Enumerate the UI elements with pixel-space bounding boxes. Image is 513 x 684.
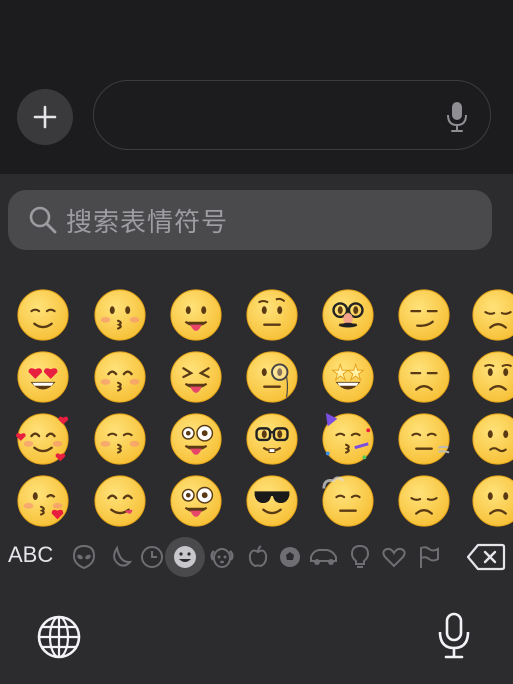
- emoji-smiling-face-with-hearts[interactable]: [14, 410, 72, 468]
- emoji-smiling-face-with-sunglasses[interactable]: [243, 472, 301, 530]
- message-composer: [0, 0, 513, 174]
- emoji-partying-face[interactable]: [319, 410, 377, 468]
- emoji-confused-face[interactable]: [469, 410, 513, 468]
- globe-icon[interactable]: [36, 614, 82, 664]
- emoji-smirking-face[interactable]: [395, 286, 453, 344]
- emoji-unamused-face[interactable]: [395, 348, 453, 406]
- emoji-face-in-clouds[interactable]: [319, 472, 377, 530]
- search-icon: [28, 205, 58, 235]
- message-input[interactable]: [93, 80, 491, 150]
- category-crescent-moon-icon[interactable]: [105, 542, 135, 572]
- delete-key[interactable]: [466, 543, 506, 575]
- emoji-nerd-face[interactable]: [243, 410, 301, 468]
- category-heart-icon[interactable]: [379, 542, 409, 572]
- emoji-face-exhaling[interactable]: [395, 410, 453, 468]
- abc-key[interactable]: ABC: [8, 542, 53, 568]
- emoji-disappointed-face[interactable]: [395, 472, 453, 530]
- emoji-search-input[interactable]: 搜索表情符号: [8, 190, 492, 250]
- delete-backspace-icon: [466, 543, 506, 571]
- emoji-disguised-face[interactable]: [319, 286, 377, 344]
- emoji-face-blowing-a-kiss[interactable]: [14, 472, 72, 530]
- emoji-winking-face-with-tongue[interactable]: [167, 410, 225, 468]
- emoji-face-savoring-food[interactable]: [91, 472, 149, 530]
- emoji-face-with-raised-eyebrow[interactable]: [243, 286, 301, 344]
- emoji-squinting-face-with-tongue[interactable]: [167, 348, 225, 406]
- category-flag-icon[interactable]: [414, 542, 444, 572]
- category-apple-icon[interactable]: [243, 542, 273, 572]
- emoji-worried-face[interactable]: [469, 348, 513, 406]
- emoji-grid: [0, 274, 513, 534]
- category-dog-face-icon[interactable]: [207, 542, 237, 572]
- category-car-icon[interactable]: [309, 542, 339, 572]
- dictation-microphone-icon[interactable]: [437, 612, 471, 664]
- category-alien-face-icon[interactable]: [69, 542, 99, 572]
- category-bar: ABC: [0, 536, 513, 578]
- category-lightbulb-icon[interactable]: [345, 542, 375, 572]
- emoji-zany-face[interactable]: [167, 472, 225, 530]
- microphone-icon[interactable]: [446, 101, 468, 137]
- emoji-face-with-monocle[interactable]: [243, 348, 301, 406]
- emoji-pensive-face[interactable]: [469, 286, 513, 344]
- emoji-slightly-frowning-face[interactable]: [469, 472, 513, 530]
- search-placeholder: 搜索表情符号: [66, 207, 229, 238]
- emoji-relieved-face[interactable]: [14, 286, 72, 344]
- category-soccer-ball-icon[interactable]: [275, 542, 305, 572]
- emoji-star-struck[interactable]: [319, 348, 377, 406]
- emoji-kissing-face-with-smiling-eyes[interactable]: [91, 348, 149, 406]
- emoji-face-with-tongue[interactable]: [167, 286, 225, 344]
- emoji-keyboard: 搜索表情符号 ABC: [0, 174, 513, 684]
- category-smiley-icon[interactable]: [165, 537, 205, 577]
- plus-icon: [33, 105, 57, 129]
- category-clock-icon[interactable]: [137, 542, 167, 572]
- add-attachment-button[interactable]: [17, 89, 73, 145]
- emoji-smiling-face-with-heart-eyes[interactable]: [14, 348, 72, 406]
- emoji-kissing-face[interactable]: [91, 286, 149, 344]
- emoji-kissing-face-with-closed-eyes[interactable]: [91, 410, 149, 468]
